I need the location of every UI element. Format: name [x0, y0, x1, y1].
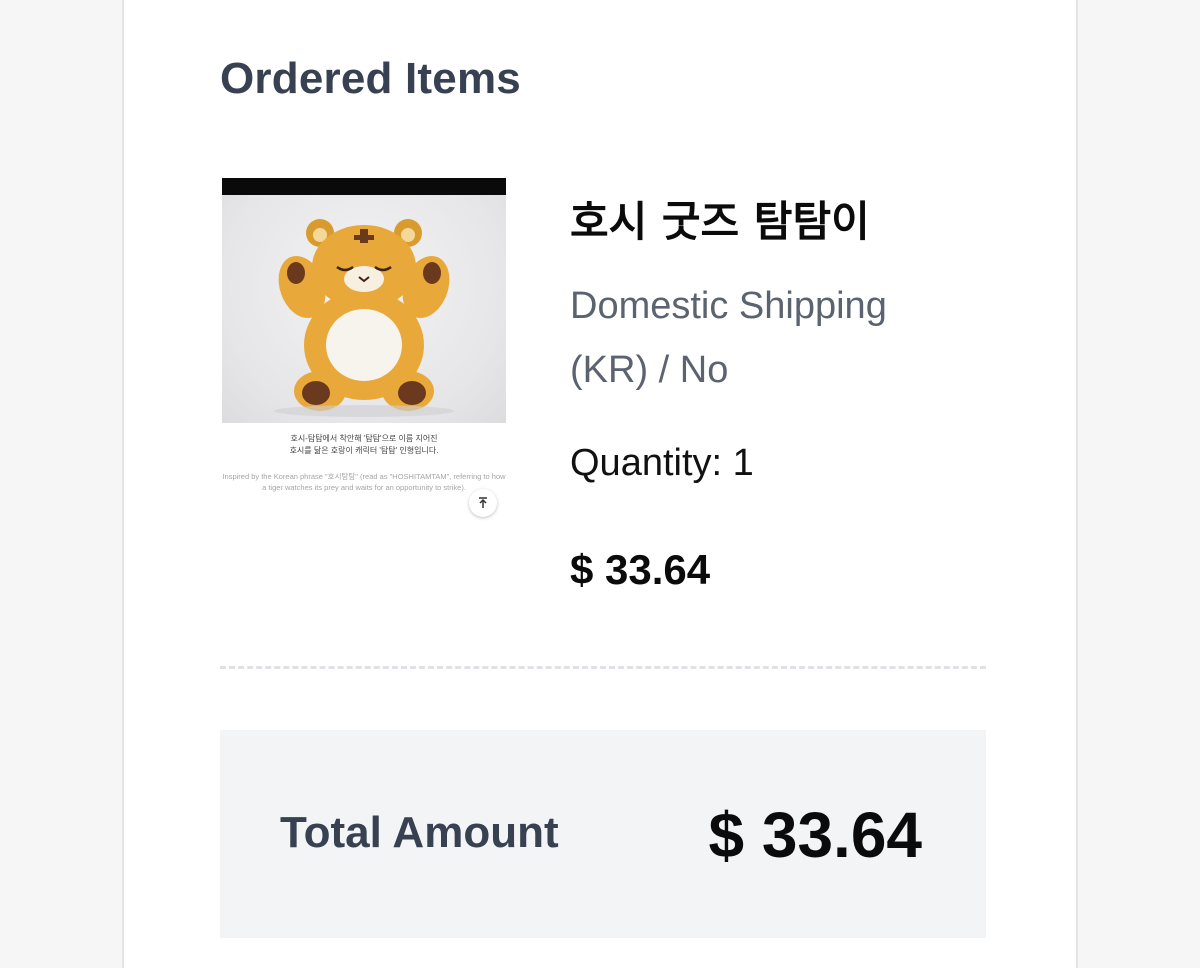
product-option: Domestic Shipping (KR) / No	[570, 285, 887, 391]
tiger-plush-illustration	[274, 219, 454, 417]
caption-ko-line2: 호시를 닮은 호랑이 캐릭터 '탐탐' 인형입니다.	[289, 446, 439, 455]
arrow-up-to-line-icon	[479, 497, 487, 508]
product-quantity: Quantity: 1	[570, 442, 754, 484]
caption-en: Inspired by the Korean phrase "호시탐탐" (re…	[222, 472, 506, 492]
product-name[interactable]: 호시 굿즈 탐탐이	[570, 188, 870, 249]
product-image[interactable]: 호시-탐탐에서 착안해 '탐탐'으로 이름 지어진 호시를 닮은 호랑이 캐릭터…	[222, 178, 506, 536]
image-caption: 호시-탐탐에서 착안해 '탐탐'으로 이름 지어진 호시를 닮은 호랑이 캐릭터…	[222, 433, 506, 493]
dashed-divider	[220, 666, 986, 669]
total-value: $ 33.64	[708, 799, 922, 871]
total-summary: Total Amount $ 33.64	[220, 730, 986, 938]
scroll-to-top-button[interactable]	[469, 489, 497, 517]
product-price: $ 33.64	[570, 546, 711, 593]
order-card: Ordered Items 호시-탐탐에서 착안해 '탐탐'으로 이름 지어진 …	[122, 0, 1078, 968]
section-title: Ordered Items	[220, 54, 521, 103]
image-top-bar	[222, 178, 506, 195]
caption-ko-line1: 호시-탐탐에서 착안해 '탐탐'으로 이름 지어진	[290, 434, 438, 443]
total-label: Total Amount	[280, 808, 559, 857]
product-photo	[222, 195, 506, 423]
